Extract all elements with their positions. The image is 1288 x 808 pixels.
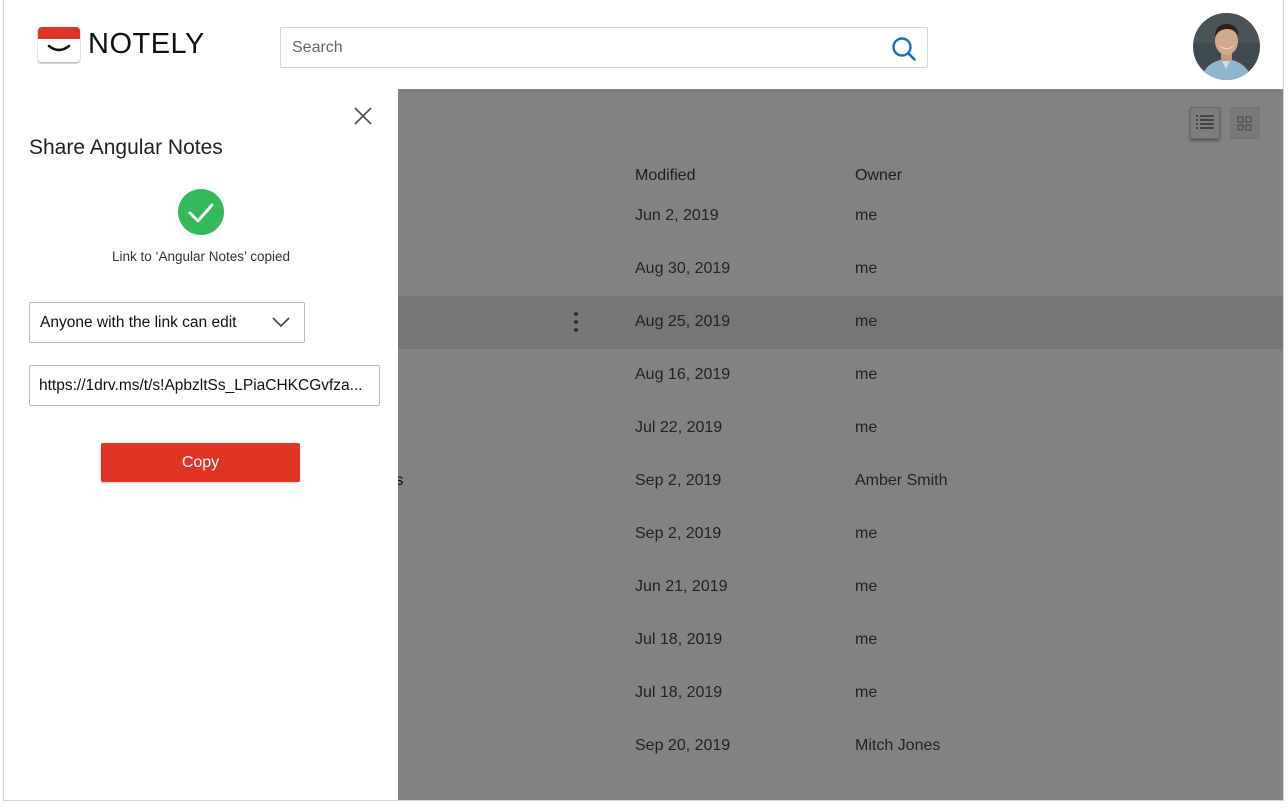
permission-value: Anyone with the link can edit — [40, 314, 237, 331]
link-copied-message: Link to ‘Angular Notes’ copied — [111, 249, 291, 264]
close-icon[interactable] — [350, 103, 376, 129]
share-panel-title: Share Angular Notes — [29, 136, 223, 159]
chevron-down-icon — [272, 317, 290, 328]
check-circle-icon — [178, 189, 224, 235]
search-input[interactable] — [281, 28, 893, 67]
search-box — [280, 27, 928, 68]
share-link-field[interactable] — [30, 366, 379, 405]
share-link-box — [29, 365, 380, 406]
search-icon[interactable] — [891, 36, 917, 62]
copy-button[interactable]: Copy — [101, 443, 300, 482]
top-header: NOTELY — [4, 0, 1283, 90]
notely-logo-icon[interactable] — [37, 26, 81, 64]
brand-name: NOTELY — [88, 28, 205, 60]
app-window: NOTELY Search Modified Owner Jun 2, 2019… — [3, 0, 1284, 801]
permission-dropdown[interactable]: Anyone with the link can edit — [29, 302, 305, 343]
user-avatar[interactable] — [1193, 13, 1260, 80]
share-panel: Share Angular Notes Link to ‘Angular Not… — [4, 89, 398, 800]
